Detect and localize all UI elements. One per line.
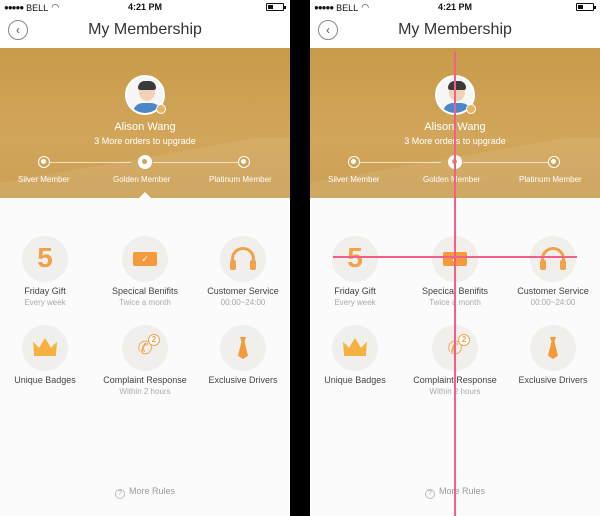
help-icon: ? [114,489,125,499]
status-time: 4:21 PM [127,2,162,12]
benefit-title: Unique Badges [324,375,386,385]
benefit-friday-gift[interactable]: 5 Friday Gift Every week [310,236,403,307]
crown-icon [332,325,378,371]
level-label-golden: Golden Member [113,175,171,184]
battery-icon [266,3,286,11]
benefit-unique-badges[interactable]: Unique Badges [0,325,93,385]
crown-icon [22,325,68,371]
level-badge-icon [466,104,476,114]
benefit-subtitle: Twice a month [119,298,171,307]
ticket-icon [122,236,168,282]
level-node-silver[interactable] [38,156,50,168]
level-label-silver: Silver Member [18,175,70,184]
status-time: 4:21 PM [437,2,472,12]
benefit-exclusive-drivers[interactable]: Exclusive Drivers [505,325,600,385]
level-label-platinum: Platinum Member [519,175,582,184]
benefit-customer-service[interactable]: Customer Service 00:00~24:00 [505,236,600,307]
phone-icon: ✆2 [122,325,168,371]
membership-header: Alison Wang 3 More orders to upgrade Sil… [0,48,290,198]
help-icon: ? [424,489,435,499]
level-node-silver[interactable] [348,156,360,168]
vertical-guide-line [454,52,456,516]
benefit-title: Exclusive Drivers [208,375,278,385]
page-title: My Membership [88,21,202,38]
benefit-subtitle: Every week [24,298,66,307]
level-track [50,162,131,163]
phone-screen-left: ●●●●● BELL ◠ 4:21 PM ‹ My Membership Ali… [0,0,290,516]
level-track [360,162,441,163]
benefit-friday-gift[interactable]: 5 Friday Gift Every week [0,236,93,307]
level-label-silver: Silver Member [328,175,380,184]
nav-bar: ‹ My Membership [0,14,290,48]
level-badge-icon [156,104,166,114]
upgrade-hint: 3 More orders to upgrade [94,136,196,146]
benefit-exclusive-drivers[interactable]: Exclusive Drivers [195,325,290,385]
benefit-title: Unique Badges [14,375,76,385]
benefit-subtitle: 00:00~24:00 [530,298,576,307]
status-bar: ●●●●● BELL ◠ 4:21 PM [0,0,290,14]
status-bar: ●●●●● BELL ◠ 4:21 PM [310,0,600,14]
page-title: My Membership [398,21,512,38]
horizontal-guide-line [333,256,577,258]
benefit-title: Friday Gift [334,286,376,296]
nav-bar: ‹ My Membership [310,14,600,48]
benefit-subtitle: Within 2 hours [119,387,171,396]
benefit-title: Complaint Response [103,375,187,385]
level-node-golden[interactable] [138,155,152,169]
level-label-golden: Golden Member [423,175,481,184]
headset-icon [530,236,576,282]
level-track [463,162,548,163]
headset-icon [220,236,266,282]
benefit-special[interactable]: Specical Benifits Twice a month [97,236,193,307]
benefits-grid: 5 Friday Gift Every week Specical Benifi… [0,198,290,516]
benefit-unique-badges[interactable]: Unique Badges [310,325,403,385]
benefit-title: Customer Service [207,286,279,296]
benefit-title: Friday Gift [24,286,66,296]
battery-icon [576,3,596,11]
benefit-customer-service[interactable]: Customer Service 00:00~24:00 [195,236,290,307]
level-label-platinum: Platinum Member [209,175,272,184]
benefit-title: Customer Service [517,286,589,296]
user-name: Alison Wang [114,121,176,133]
level-node-platinum[interactable] [238,156,250,168]
benefit-subtitle: 00:00~24:00 [220,298,266,307]
benefit-title: Exclusive Drivers [518,375,588,385]
benefit-title: Specical Benifits [111,286,179,296]
five-icon: 5 [332,236,378,282]
benefit-complaint-response[interactable]: ✆2 Complaint Response Within 2 hours [97,325,193,396]
benefit-subtitle: Every week [334,298,376,307]
level-node-platinum[interactable] [548,156,560,168]
more-rules-link[interactable]: ? More Rules [0,486,290,499]
tie-icon [530,325,576,371]
level-track [153,162,238,163]
tie-icon [220,325,266,371]
five-icon: 5 [22,236,68,282]
